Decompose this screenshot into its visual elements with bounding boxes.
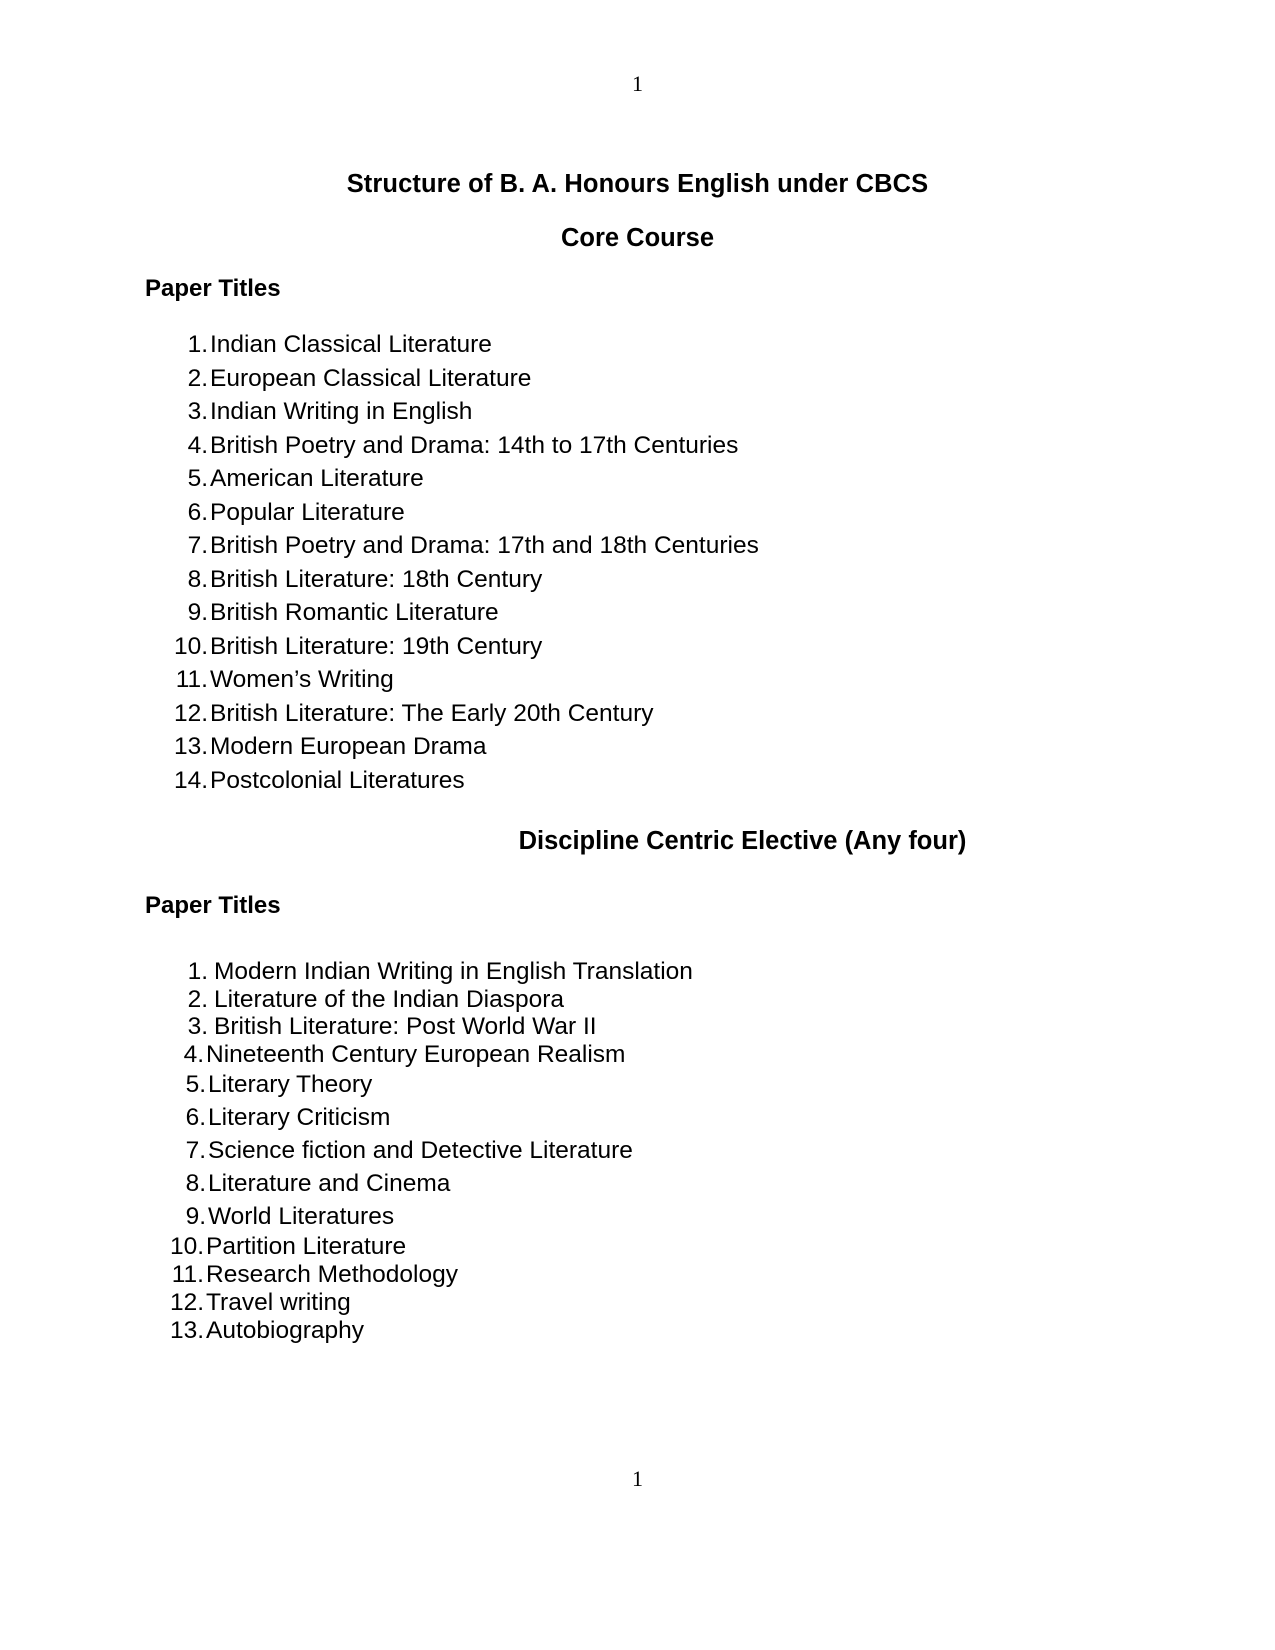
paper-list-item-title: Literature of the Indian Diaspora bbox=[214, 985, 565, 1013]
paper-list-item-number: 2. bbox=[187, 364, 208, 392]
paper-list-item-title: Partition Literature bbox=[206, 1233, 407, 1260]
paper-list-item-title: Women’s Writing bbox=[210, 666, 394, 693]
paper-list-item-title: British Literature: 18th Century bbox=[210, 565, 543, 593]
paper-list-item-title: Research Methodology bbox=[206, 1261, 458, 1288]
elective-paper-list: 1. Modern Indian Writing in English Trans… bbox=[0, 958, 693, 1345]
paper-list-item: 12. Travel writing bbox=[0, 1289, 693, 1317]
paper-list-item-number: 13. bbox=[173, 733, 208, 760]
paper-list-item: 6. Literary Criticism bbox=[0, 1101, 693, 1134]
paper-list-item: 4. British Poetry and Drama: 14th to 17th… bbox=[0, 429, 759, 463]
paper-list-item: 11. Research Methodology bbox=[0, 1261, 693, 1289]
core-course-paper-titles-heading: Paper Titles bbox=[145, 275, 281, 302]
paper-list-item-title: Science fiction and Detective Literature bbox=[208, 1137, 633, 1164]
paper-list-item-title: Travel writing bbox=[206, 1289, 351, 1316]
paper-list-item: 13. Autobiography bbox=[0, 1317, 693, 1345]
paper-list-item-title: Popular Literature bbox=[210, 498, 405, 526]
paper-list-item: 6. Popular Literature bbox=[0, 496, 759, 530]
paper-list-item: 11. Women’s Writing bbox=[0, 663, 759, 697]
paper-list-item-number: 10. bbox=[169, 1233, 204, 1260]
paper-list-item-number: 1. bbox=[187, 958, 208, 985]
document-title: Structure of B. A. Honours English under… bbox=[346, 170, 929, 198]
paper-list-item-title: Modern Indian Writing in English Transla… bbox=[214, 958, 693, 985]
paper-list-item-title: Literary Criticism bbox=[208, 1104, 391, 1131]
paper-list-item: 7. Science fiction and Detective Literatu… bbox=[0, 1134, 693, 1167]
paper-list-item: 1. Modern Indian Writing in English Trans… bbox=[0, 958, 693, 986]
paper-list-item-title: Nineteenth Century European Realism bbox=[206, 1040, 626, 1068]
paper-list-item: 7. British Poetry and Drama: 17th and 18t… bbox=[0, 529, 759, 563]
paper-list-item-number: 2. bbox=[187, 985, 208, 1013]
paper-list-item-title: British Poetry and Drama: 14th to 17th C… bbox=[210, 431, 739, 459]
paper-list-item-number: 8. bbox=[187, 565, 208, 593]
paper-list-item-number: 10. bbox=[173, 632, 208, 660]
paper-list-item: 3. Indian Writing in English bbox=[0, 395, 759, 429]
paper-list-item-title: Indian Writing in English bbox=[210, 398, 473, 425]
paper-list-item-title: European Classical Literature bbox=[210, 364, 532, 392]
paper-list-item: 2. Literature of the Indian Diaspora bbox=[0, 986, 693, 1014]
paper-list-item: 4. Nineteenth Century European Realism bbox=[0, 1041, 693, 1069]
paper-list-item: 13. Modern European Drama bbox=[0, 730, 759, 764]
paper-list-item-number: 5. bbox=[185, 1071, 206, 1098]
paper-list-item-number: 1. bbox=[187, 331, 208, 358]
paper-list-item-number: 3. bbox=[187, 1013, 208, 1040]
paper-list-item: 12. British Literature: The Early 20th Ce… bbox=[0, 697, 759, 731]
elective-section-title: Discipline Centric Elective (Any four) bbox=[518, 827, 967, 855]
paper-list-item-number: 4. bbox=[183, 1040, 204, 1068]
paper-list-item-title: Postcolonial Literatures bbox=[210, 766, 465, 794]
core-course-paper-list: 1. Indian Classical Literature 2. European … bbox=[0, 328, 759, 797]
header-page-number: 1 bbox=[632, 71, 643, 96]
paper-list-item-number: 11. bbox=[175, 666, 208, 693]
paper-list-item: 8. Literature and Cinema bbox=[0, 1167, 693, 1200]
paper-list-item-number: 3. bbox=[187, 398, 208, 425]
paper-list-item-title: Modern European Drama bbox=[210, 733, 487, 760]
paper-list-item-number: 14. bbox=[173, 766, 208, 794]
paper-list-item-number: 7. bbox=[185, 1137, 206, 1164]
paper-list-item-title: Autobiography bbox=[206, 1317, 365, 1344]
paper-list-item-title: Indian Classical Literature bbox=[210, 331, 492, 358]
paper-list-item: 5. Literary Theory bbox=[0, 1068, 693, 1101]
paper-list-item-number: 12. bbox=[169, 1289, 204, 1316]
paper-list-item: 10. Partition Literature bbox=[0, 1233, 693, 1261]
paper-list-item: 9. World Literatures bbox=[0, 1200, 693, 1233]
footer-page-number: 1 bbox=[632, 1466, 643, 1491]
paper-list-item: 8. British Literature: 18th Century bbox=[0, 563, 759, 597]
paper-list-item-number: 9. bbox=[185, 1203, 206, 1230]
paper-list-item: 10. British Literature: 19th Century bbox=[0, 630, 759, 664]
paper-list-item-title: British Romantic Literature bbox=[210, 599, 499, 626]
paper-list-item-title: World Literatures bbox=[208, 1203, 395, 1230]
paper-list-item-number: 7. bbox=[187, 532, 208, 559]
paper-list-item-number: 13. bbox=[169, 1317, 204, 1344]
paper-list-item-title: American Literature bbox=[210, 465, 424, 492]
document-page: 1 Structure of B. A. Honours English und… bbox=[0, 0, 1275, 1650]
paper-list-item: 5. American Literature bbox=[0, 462, 759, 496]
paper-list-item: 1. Indian Classical Literature bbox=[0, 328, 759, 362]
paper-list-item-number: 11. bbox=[171, 1261, 204, 1288]
paper-list-item-title: British Poetry and Drama: 17th and 18th … bbox=[210, 532, 759, 559]
paper-list-item-number: 5. bbox=[187, 465, 208, 492]
paper-list-item: 3. British Literature: Post World War II bbox=[0, 1013, 693, 1041]
paper-list-item-number: 8. bbox=[185, 1170, 206, 1197]
paper-list-item-number: 9. bbox=[187, 599, 208, 626]
paper-list-item: 9. British Romantic Literature bbox=[0, 596, 759, 630]
paper-list-item-title: British Literature: The Early 20th Centu… bbox=[210, 699, 654, 727]
paper-list-item-number: 4. bbox=[187, 431, 208, 459]
paper-list-item-title: Literary Theory bbox=[208, 1071, 373, 1098]
paper-list-item-title: Literature and Cinema bbox=[208, 1170, 451, 1197]
paper-list-item: 2. European Classical Literature bbox=[0, 362, 759, 396]
paper-list-item-number: 6. bbox=[185, 1104, 206, 1131]
paper-list-item-number: 6. bbox=[187, 498, 208, 526]
document-subtitle: Core Course bbox=[560, 224, 715, 252]
paper-list-item-title: British Literature: 19th Century bbox=[210, 632, 543, 660]
paper-list-item-title: British Literature: Post World War II bbox=[214, 1013, 597, 1040]
paper-list-item-number: 12. bbox=[173, 699, 208, 727]
paper-list-item: 14. Postcolonial Literatures bbox=[0, 764, 759, 798]
elective-paper-titles-heading: Paper Titles bbox=[145, 892, 281, 919]
